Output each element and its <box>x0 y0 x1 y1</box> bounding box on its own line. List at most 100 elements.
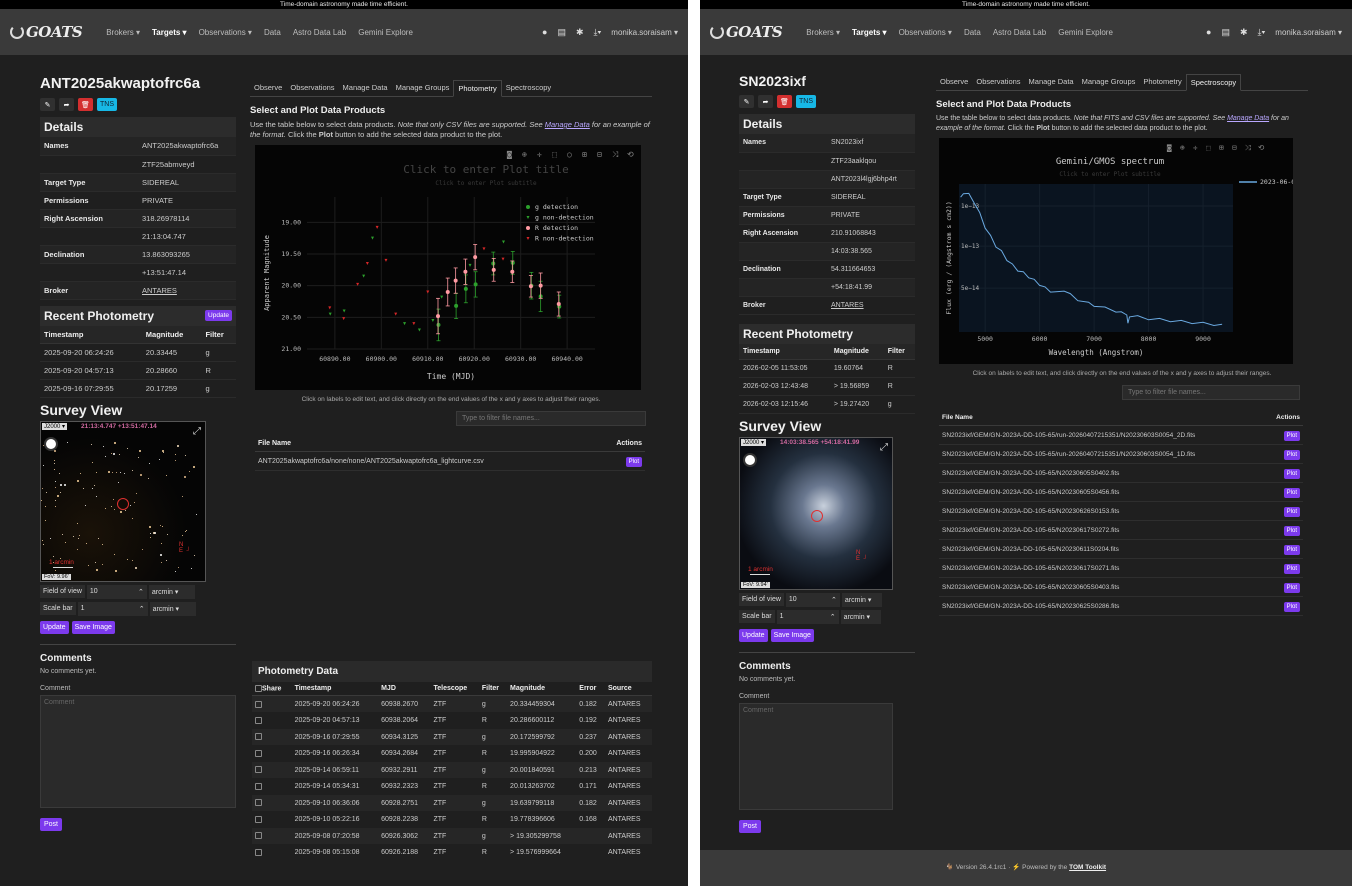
save-image-button[interactable]: Save Image <box>770 628 814 642</box>
upper-limit-marker[interactable] <box>403 322 407 326</box>
upper-limit-marker[interactable] <box>365 262 369 265</box>
reset-icon[interactable]: ⟲ <box>627 150 634 159</box>
lasso-icon[interactable]: ○ <box>567 150 572 159</box>
nav-gemini-explore[interactable]: Gemini Explore <box>358 28 413 37</box>
tns-button[interactable]: TNS <box>97 98 117 111</box>
sky-view[interactable]: J2000 ▾ 14:03:38.565 +54:18:41.99 ⤢ 1 ar… <box>739 436 893 590</box>
spectrum-svg[interactable]: ◙ ⊕ ✛ ⬚ ⊞ ⊟ ⤨ ⟲ Gemini/GMOS spectrum Click to ent… <box>939 138 1299 364</box>
manage-data-link[interactable]: Manage Data <box>1227 115 1269 122</box>
broker-link[interactable]: ANTARES <box>827 296 915 315</box>
plot-button[interactable]: Plot <box>1283 544 1300 555</box>
share-checkbox[interactable] <box>255 782 262 790</box>
nav-observations[interactable]: Observations ▾ <box>899 28 952 37</box>
goats-logo[interactable]: GOATS <box>10 23 83 41</box>
fov-unit-select[interactable]: arcmin ▾ <box>841 592 882 607</box>
frame-select[interactable]: J2000 ▾ <box>741 438 767 446</box>
upper-limit-marker[interactable] <box>501 240 505 244</box>
share-icon[interactable]: ➦ <box>758 95 773 108</box>
scale-input[interactable]: 1 ⌃ <box>776 609 839 624</box>
plot-subtitle[interactable]: Click to enter Plot subtitle <box>1059 171 1161 178</box>
box-select-icon[interactable]: ⬚ <box>1206 143 1211 152</box>
share-checkbox[interactable] <box>255 749 262 757</box>
post-comment-button[interactable]: Post <box>40 817 63 831</box>
frame-select[interactable]: J2000 ▾ <box>42 422 68 430</box>
zoom-out-icon[interactable]: ⤨ <box>1245 143 1252 152</box>
data-point[interactable] <box>510 269 515 274</box>
save-image-button[interactable]: Save Image <box>71 620 115 634</box>
nav-data[interactable]: Data <box>964 28 981 37</box>
data-point[interactable] <box>454 303 459 308</box>
fov-unit-select[interactable]: arcmin ▾ <box>148 584 195 599</box>
upper-limit-marker[interactable] <box>394 312 398 316</box>
upper-limit-marker[interactable] <box>468 263 472 267</box>
tab-observations[interactable]: Observations <box>972 74 1024 90</box>
share-checkbox[interactable] <box>255 848 262 856</box>
zoom-in-icon[interactable]: ⊞ <box>582 150 587 159</box>
share-checkbox[interactable] <box>255 716 262 724</box>
camera-icon[interactable]: ◙ <box>506 150 512 159</box>
data-point[interactable] <box>463 286 468 291</box>
x-axis-label[interactable]: Time (MJD) <box>427 372 475 381</box>
upper-limit-marker[interactable] <box>412 322 416 326</box>
edit-icon[interactable]: ✎ <box>739 95 754 108</box>
nav-targets[interactable]: Targets ▾ <box>852 28 887 37</box>
upper-limit-marker[interactable] <box>384 258 388 262</box>
scale-unit-select[interactable]: arcmin ▾ <box>149 601 196 616</box>
fov-input[interactable]: 10 ⌃ <box>785 592 840 607</box>
autoscale-icon[interactable]: ⟲ <box>1258 143 1265 152</box>
legend-label[interactable]: R detection <box>535 224 578 232</box>
notes-icon[interactable]: ▤ <box>1221 27 1230 38</box>
y-axis-label[interactable]: Apparent Magnitude <box>263 235 271 311</box>
recent-update-button[interactable]: Update <box>205 310 232 321</box>
sky-view[interactable]: J2000 ▾ 21:13:4.747 +13:51:47.14 ⤢ 1 arc… <box>40 420 206 582</box>
nav-targets[interactable]: Targets ▾ <box>152 28 187 37</box>
delete-icon[interactable]: 🗑 <box>777 95 792 108</box>
data-point[interactable] <box>445 290 450 294</box>
scale-unit-select[interactable]: arcmin ▾ <box>840 609 881 624</box>
tab-observe[interactable]: Observe <box>936 74 972 90</box>
data-point[interactable] <box>556 302 561 307</box>
plot-title[interactable]: Gemini/GMOS spectrum <box>1056 157 1164 167</box>
legend-label[interactable]: g non-detection <box>535 214 594 222</box>
box-select-icon[interactable]: ⬚ <box>552 150 557 159</box>
nav-brokers[interactable]: Brokers ▾ <box>806 28 840 37</box>
settings-icon[interactable]: ✱ <box>1240 27 1248 38</box>
edit-icon[interactable]: ✎ <box>40 98 55 111</box>
data-point[interactable] <box>491 267 496 272</box>
legend-label[interactable]: R non-detection <box>535 235 594 243</box>
nav-observations[interactable]: Observations ▾ <box>199 28 252 37</box>
lasso-icon[interactable]: ⊞ <box>1219 143 1224 152</box>
data-point[interactable] <box>436 322 441 327</box>
github-icon[interactable]: ● <box>542 27 547 37</box>
plot-subtitle[interactable]: Click to enter Plot subtitle <box>435 180 537 187</box>
lightcurve-svg[interactable]: ◙ ⊕ ✛ ⬚ ○ ⊞ ⊟ ⤨ ⟲ Click to enter Plot title Click … <box>255 145 641 390</box>
tab-photometry[interactable]: Photometry <box>1139 74 1185 90</box>
share-checkbox[interactable] <box>255 700 262 708</box>
comment-textarea[interactable]: Comment <box>40 694 236 808</box>
file-filter-input[interactable]: Type to filter file names... <box>1122 385 1300 400</box>
share-checkbox[interactable] <box>255 815 262 823</box>
upper-limit-marker[interactable] <box>431 319 435 322</box>
fov-input[interactable]: 10 ⌃ <box>86 584 147 599</box>
notes-icon[interactable]: ▤ <box>557 27 566 38</box>
plot-button[interactable]: Plot <box>1283 563 1300 574</box>
goats-logo[interactable]: GOATS <box>710 23 783 41</box>
plot-button[interactable]: Plot <box>1283 468 1300 479</box>
fullscreen-icon[interactable]: ⤢ <box>193 426 201 437</box>
download-icon[interactable]: ⤓▾ <box>1258 27 1266 38</box>
upper-limit-marker[interactable] <box>417 328 421 332</box>
upper-limit-marker[interactable] <box>482 247 486 251</box>
comment-textarea[interactable]: Comment <box>739 702 893 810</box>
nav-astro-data-lab[interactable]: Astro Data Lab <box>293 28 346 37</box>
select-all-checkbox[interactable] <box>255 685 262 692</box>
tab-photometry[interactable]: Photometry <box>453 80 502 97</box>
upper-limit-marker[interactable] <box>501 257 505 261</box>
plot-button[interactable]: Plot <box>1283 525 1300 536</box>
spectrum-plot[interactable]: ◙ ⊕ ✛ ⬚ ⊞ ⊟ ⤨ ⟲ Gemini/GMOS spectrum Click to ent… <box>939 138 1299 364</box>
upper-limit-marker[interactable] <box>440 295 444 299</box>
download-icon[interactable]: ⤓▾ <box>594 27 602 38</box>
share-checkbox[interactable] <box>255 733 262 741</box>
y-axis-label[interactable]: Flux (erg / (Angstrom s cm2)) <box>945 201 953 315</box>
post-comment-button[interactable]: Post <box>739 819 762 833</box>
legend-label[interactable]: 2023-06-03 <box>1260 178 1299 186</box>
